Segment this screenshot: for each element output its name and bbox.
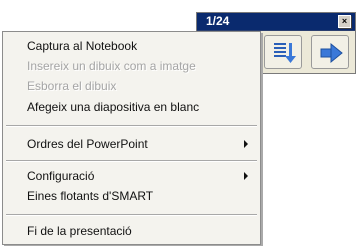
- menu-item-label: Eines flotants d'SMART: [27, 189, 154, 203]
- next-arrow-icon: [320, 42, 343, 64]
- menu-item-label: Insereix un dibuix com a imatge: [27, 59, 196, 73]
- close-icon[interactable]: ×: [338, 15, 351, 28]
- menu-separator: [6, 125, 257, 127]
- submenu-arrow-icon: [244, 140, 248, 148]
- menu-item-settings[interactable]: Configuració: [3, 167, 260, 185]
- toolbar-titlebar[interactable]: 1/24 ×: [197, 13, 355, 31]
- menu-item-label: Esborra el dibuix: [27, 79, 117, 93]
- submenu-arrow-icon: [244, 172, 248, 180]
- menu-item-label: Configuració: [27, 169, 95, 183]
- next-slide-button[interactable]: [311, 35, 349, 69]
- menu-item-powerpoint-commands[interactable]: Ordres del PowerPoint: [3, 135, 260, 153]
- menu-separator: [6, 160, 257, 162]
- menu-item-end-presentation[interactable]: Fi de la presentació: [3, 222, 260, 240]
- menu-item-capture-notebook[interactable]: Captura al Notebook: [3, 37, 260, 55]
- menu-item-label: Afegeix una diapositiva en blanc: [27, 100, 200, 114]
- menu-item-label: Ordres del PowerPoint: [27, 137, 148, 151]
- slide-list-button[interactable]: [264, 35, 302, 69]
- menu-item-label: Captura al Notebook: [27, 39, 138, 53]
- context-menu: Captura al Notebook Insereix un dibuix c…: [2, 31, 261, 245]
- menu-item-smart-floating-tools[interactable]: Eines flotants d'SMART: [3, 187, 260, 205]
- menu-separator: [6, 214, 257, 216]
- slide-counter: 1/24: [206, 14, 230, 28]
- menu-item-insert-drawing-image: Insereix un dibuix com a imatge: [3, 57, 260, 75]
- menu-item-add-blank-slide[interactable]: Afegeix una diapositiva en blanc: [3, 98, 260, 116]
- menu-item-label: Fi de la presentació: [27, 224, 132, 238]
- menu-item-erase-drawing: Esborra el dibuix: [3, 77, 260, 95]
- slide-list-icon: [274, 43, 296, 63]
